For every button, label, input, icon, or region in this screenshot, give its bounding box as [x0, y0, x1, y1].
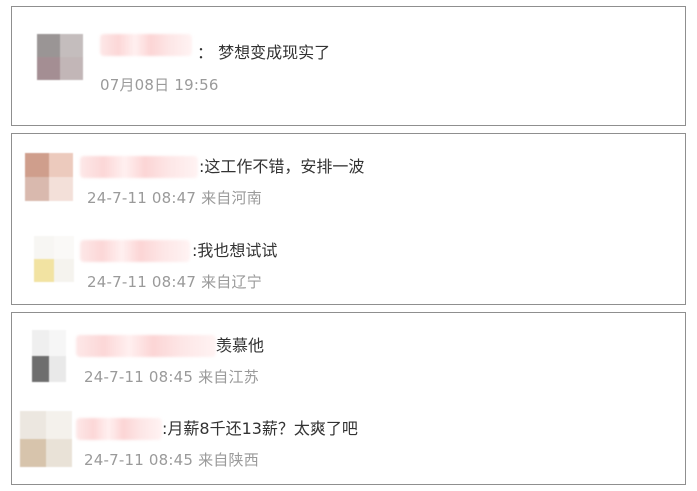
username[interactable]	[76, 335, 216, 357]
comment-page: ： 梦想变成现实了 07月08日 19:56 :这工作不错，安排一波 24-7-…	[0, 0, 697, 491]
comment-item: :我也想试试 24-7-11 08:47 来自辽宁	[12, 230, 685, 300]
avatar-pixel	[25, 153, 49, 177]
comment-meta: 07月08日 19:56	[100, 76, 219, 94]
comment-text: ： 梦想变成现实了	[197, 43, 331, 62]
avatar-pixel	[20, 411, 46, 439]
avatar-pixel	[32, 356, 49, 382]
avatar-pixel	[32, 330, 49, 356]
username[interactable]	[80, 240, 190, 262]
comment-item: :这工作不错，安排一波 24-7-11 08:47 来自河南	[12, 146, 685, 216]
avatar[interactable]	[37, 34, 83, 80]
avatar-pixel	[49, 356, 66, 382]
avatar[interactable]	[20, 411, 72, 467]
comment-meta: 24-7-11 08:47 来自辽宁	[87, 273, 262, 291]
avatar-pixel	[37, 34, 60, 57]
avatar-pixel	[60, 57, 83, 80]
comment-card: ： 梦想变成现实了 07月08日 19:56	[11, 6, 686, 126]
avatar-pixel	[37, 57, 60, 80]
avatar-pixel	[49, 153, 73, 177]
comment-text: 羡慕他	[216, 336, 265, 355]
avatar-pixel	[49, 177, 73, 201]
comment-text: :这工作不错，安排一波	[199, 157, 365, 176]
comment-text: :我也想试试	[192, 241, 278, 260]
avatar-pixel	[34, 259, 54, 282]
comment-meta: 24-7-11 08:47 来自河南	[87, 189, 262, 207]
comment-card: :这工作不错，安排一波 24-7-11 08:47 来自河南 :我也想试试 24…	[11, 133, 686, 305]
comment-text: :月薪8千还13薪？太爽了吧	[162, 419, 358, 438]
comment-item: :月薪8千还13薪？太爽了吧 24-7-11 08:45 来自陕西	[12, 408, 685, 478]
username[interactable]	[100, 34, 192, 56]
avatar-pixel	[46, 411, 72, 439]
comment-card: 羡慕他 24-7-11 08:45 来自江苏 :月薪8千还13薪？太爽了吧 24…	[11, 312, 686, 485]
comment-meta: 24-7-11 08:45 来自陕西	[84, 451, 259, 469]
avatar-pixel	[49, 330, 66, 356]
avatar-pixel	[46, 439, 72, 467]
avatar-pixel	[25, 177, 49, 201]
comment-item: 羡慕他 24-7-11 08:45 来自江苏	[12, 325, 685, 395]
comment-meta: 24-7-11 08:45 来自江苏	[84, 368, 259, 386]
avatar[interactable]	[32, 330, 66, 382]
username[interactable]	[76, 418, 162, 440]
avatar[interactable]	[25, 153, 73, 201]
avatar-pixel	[60, 34, 83, 57]
avatar-pixel	[54, 236, 74, 259]
username[interactable]	[80, 156, 198, 178]
avatar[interactable]	[34, 236, 74, 282]
avatar-pixel	[20, 439, 46, 467]
avatar-pixel	[34, 236, 54, 259]
avatar-pixel	[54, 259, 74, 282]
comment-item: ： 梦想变成现实了 07月08日 19:56	[12, 29, 685, 99]
